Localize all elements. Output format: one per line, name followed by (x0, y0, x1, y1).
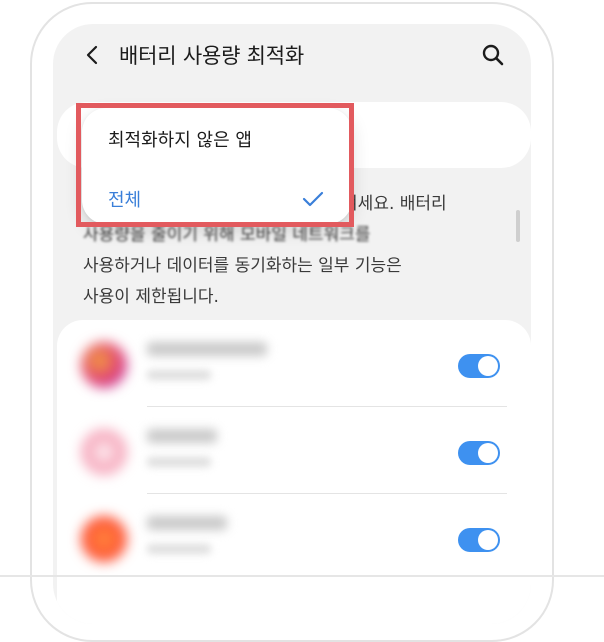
toggle-knob (478, 356, 498, 376)
app-name-blurred (147, 429, 217, 443)
toggle-knob (478, 443, 498, 463)
app-list (57, 320, 531, 624)
app-toggle[interactable] (458, 354, 500, 378)
app-icon (81, 429, 127, 475)
app-subtext-blurred (147, 370, 211, 380)
search-icon[interactable] (481, 43, 505, 67)
app-bar: 배터리 사용량 최적화 (53, 24, 531, 86)
app-icon (81, 342, 127, 388)
app-list-item[interactable] (57, 320, 531, 406)
app-subtext-blurred (147, 457, 211, 467)
toggle-knob (478, 530, 498, 550)
app-toggle[interactable] (458, 528, 500, 552)
app-list-item[interactable] (57, 494, 531, 580)
highlight-annotation (76, 103, 354, 227)
page-title: 배터리 사용량 최적화 (119, 44, 305, 68)
app-icon (81, 516, 127, 562)
description-line: 사용이 제한됩니다. (83, 287, 219, 307)
app-name-blurred (147, 342, 267, 356)
app-toggle[interactable] (458, 441, 500, 465)
chevron-left-icon[interactable] (83, 44, 103, 66)
app-list-item[interactable] (57, 407, 531, 493)
scrollbar[interactable] (516, 210, 520, 242)
description-line: 사용하거나 데이터를 동기화하는 일부 기능은 (83, 256, 402, 276)
app-subtext-blurred (147, 544, 211, 554)
app-name-blurred (147, 516, 227, 530)
